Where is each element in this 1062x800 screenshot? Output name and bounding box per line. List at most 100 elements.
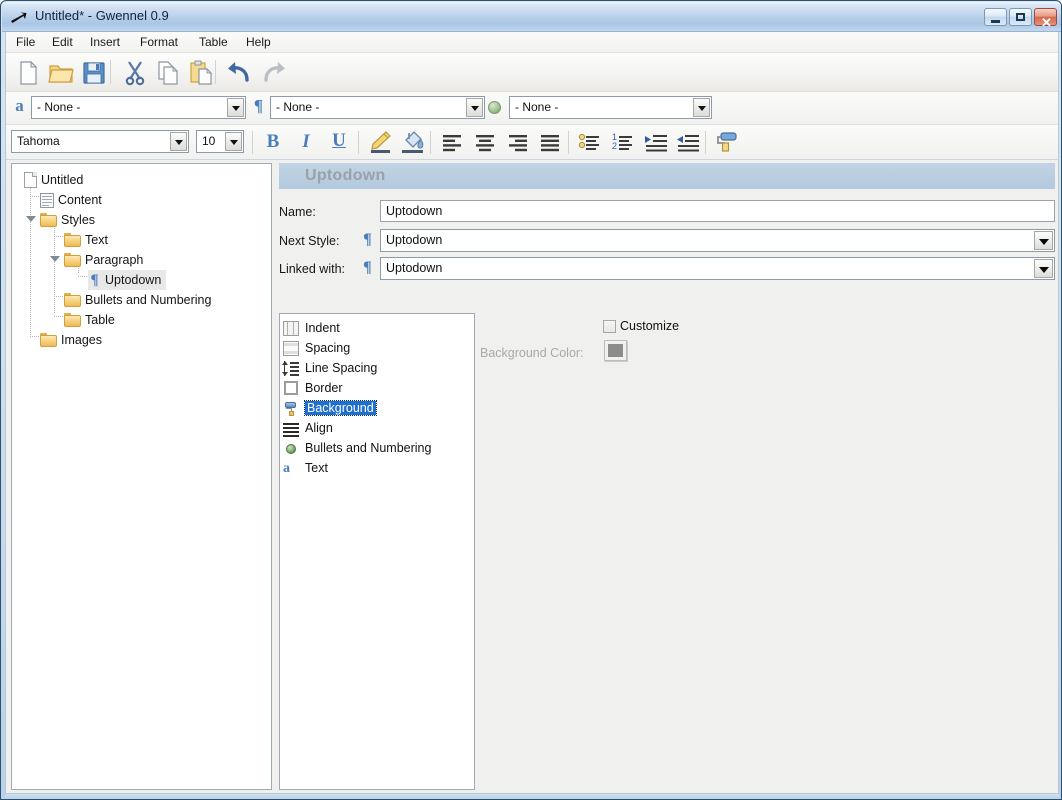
tree-node-text[interactable]: Text bbox=[64, 230, 108, 250]
linked-with-combo[interactable]: Uptodown bbox=[380, 257, 1055, 280]
list-style-value: - None - bbox=[515, 100, 558, 114]
chevron-down-icon[interactable] bbox=[1034, 259, 1053, 278]
text-style-combo[interactable]: - None - bbox=[31, 96, 246, 119]
folder-icon bbox=[64, 253, 81, 267]
green-bullet-icon bbox=[283, 441, 299, 456]
tree-connector bbox=[30, 336, 40, 337]
align-left-button[interactable] bbox=[437, 127, 467, 157]
next-style-combo[interactable]: Uptodown bbox=[380, 229, 1055, 252]
property-item-border[interactable]: Border bbox=[283, 378, 343, 398]
menu-file[interactable]: File bbox=[11, 35, 40, 49]
tree-node-table[interactable]: Table bbox=[64, 310, 115, 330]
tree-node-untitled[interactable]: Untitled bbox=[24, 170, 83, 190]
tree-node-images[interactable]: Images bbox=[40, 330, 102, 350]
align-center-button[interactable] bbox=[470, 127, 500, 157]
app-arrow-icon bbox=[10, 10, 28, 26]
align-right-icon bbox=[503, 127, 533, 157]
bullet-list-button[interactable] bbox=[575, 127, 605, 157]
style-header-bar: Uptodown bbox=[279, 163, 1055, 189]
align-right-button[interactable] bbox=[503, 127, 533, 157]
chevron-down-icon[interactable] bbox=[466, 98, 483, 117]
pilcrow-icon: ¶ bbox=[251, 96, 266, 115]
tree-connector bbox=[54, 296, 64, 297]
chevron-down-icon[interactable] bbox=[693, 98, 710, 117]
property-item-indent[interactable]: Indent bbox=[283, 318, 340, 338]
styles-toolbar: a - None - ¶ - None - - None - bbox=[6, 92, 1058, 125]
font-size-combo[interactable]: 10 bbox=[196, 130, 244, 153]
folder-icon bbox=[64, 293, 81, 307]
document-tree-panel[interactable]: Untitled Content Styles bbox=[11, 163, 272, 790]
menu-help[interactable]: Help bbox=[241, 35, 276, 49]
italic-button[interactable]: I bbox=[291, 127, 321, 157]
chevron-down-icon[interactable] bbox=[227, 98, 244, 117]
highlight-button[interactable] bbox=[365, 127, 395, 157]
menu-format[interactable]: Format bbox=[135, 35, 183, 49]
bulleted-list-icon bbox=[575, 127, 605, 157]
paste-button[interactable] bbox=[185, 57, 217, 88]
style-property-list[interactable]: Indent Spacing Line Spacing bbox=[279, 313, 475, 790]
background-color-swatch[interactable] bbox=[604, 340, 627, 361]
property-item-background[interactable]: Background bbox=[283, 398, 376, 418]
italic-i-icon: I bbox=[291, 127, 321, 157]
name-input[interactable]: Uptodown bbox=[380, 200, 1055, 222]
property-item-line-spacing[interactable]: Line Spacing bbox=[283, 358, 377, 378]
property-item-spacing[interactable]: Spacing bbox=[283, 338, 350, 358]
menu-edit[interactable]: Edit bbox=[47, 35, 78, 49]
paragraph-style-combo[interactable]: - None - bbox=[270, 96, 485, 119]
tree-node-uptodown[interactable]: ¶ Uptodown bbox=[88, 270, 166, 290]
spacing-icon bbox=[283, 341, 299, 356]
green-bullet-icon bbox=[488, 101, 501, 114]
increase-indent-button[interactable] bbox=[641, 127, 671, 157]
minimize-button[interactable] bbox=[984, 8, 1007, 26]
tree-node-paragraph[interactable]: Paragraph bbox=[64, 250, 143, 270]
chevron-down-icon[interactable] bbox=[170, 132, 187, 151]
name-input-value: Uptodown bbox=[386, 204, 442, 218]
fill-color-button[interactable] bbox=[397, 127, 427, 157]
align-justify-button[interactable] bbox=[535, 127, 565, 157]
list-style-combo[interactable]: - None - bbox=[509, 96, 712, 119]
background-settings-pane: Customize Background Color: bbox=[477, 313, 1055, 790]
bold-button[interactable]: B bbox=[258, 127, 288, 157]
save-button[interactable] bbox=[78, 57, 110, 88]
redo-button[interactable] bbox=[257, 57, 289, 88]
chevron-down-icon[interactable] bbox=[1034, 231, 1053, 250]
text-style-value: - None - bbox=[37, 100, 80, 114]
tree-node-label: Paragraph bbox=[85, 253, 143, 267]
property-item-text[interactable]: a Text bbox=[283, 458, 328, 478]
underline-button[interactable]: U bbox=[324, 127, 354, 157]
clipboard-paste-icon bbox=[185, 57, 217, 88]
menu-table[interactable]: Table bbox=[194, 35, 233, 49]
tree-connector bbox=[54, 226, 55, 314]
property-item-align[interactable]: Align bbox=[283, 418, 333, 438]
font-family-combo[interactable]: Tahoma bbox=[11, 130, 189, 153]
maximize-button[interactable] bbox=[1009, 8, 1032, 26]
chevron-down-icon[interactable] bbox=[225, 132, 242, 151]
menu-insert[interactable]: Insert bbox=[85, 35, 125, 49]
paint-bucket-icon bbox=[397, 127, 427, 157]
customize-checkbox[interactable] bbox=[603, 320, 616, 333]
property-item-bullets-and-numbering[interactable]: Bullets and Numbering bbox=[283, 438, 431, 458]
tree-expander-styles[interactable] bbox=[26, 214, 35, 223]
paint-roller-icon bbox=[283, 401, 299, 416]
format-painter-button[interactable] bbox=[712, 127, 742, 157]
numbered-list-button[interactable]: 1 2 bbox=[608, 127, 638, 157]
toolbar-separator bbox=[215, 60, 216, 84]
customize-checkbox-row[interactable]: Customize bbox=[603, 319, 679, 333]
pilcrow-icon: ¶ bbox=[360, 231, 375, 249]
tree-node-label: Uptodown bbox=[105, 273, 161, 287]
open-button[interactable] bbox=[45, 57, 77, 88]
tree-node-styles[interactable]: Styles bbox=[40, 210, 95, 230]
decrease-indent-button[interactable] bbox=[673, 127, 703, 157]
undo-button[interactable] bbox=[224, 57, 256, 88]
tree-node-content[interactable]: Content bbox=[40, 190, 102, 210]
tree-node-bullets-and-numbering[interactable]: Bullets and Numbering bbox=[64, 290, 211, 310]
new-document-button[interactable] bbox=[12, 57, 44, 88]
cut-button[interactable] bbox=[119, 57, 151, 88]
toolbar-separator bbox=[430, 131, 431, 154]
tree-expander-paragraph[interactable] bbox=[50, 254, 59, 263]
highlighter-pen-icon bbox=[365, 127, 395, 157]
property-item-label: Border bbox=[305, 381, 343, 395]
application-window: Untitled* - Gwennel 0.9 ✕ File Edit Inse… bbox=[0, 0, 1062, 800]
copy-button[interactable] bbox=[152, 57, 184, 88]
close-button[interactable]: ✕ bbox=[1034, 8, 1057, 26]
